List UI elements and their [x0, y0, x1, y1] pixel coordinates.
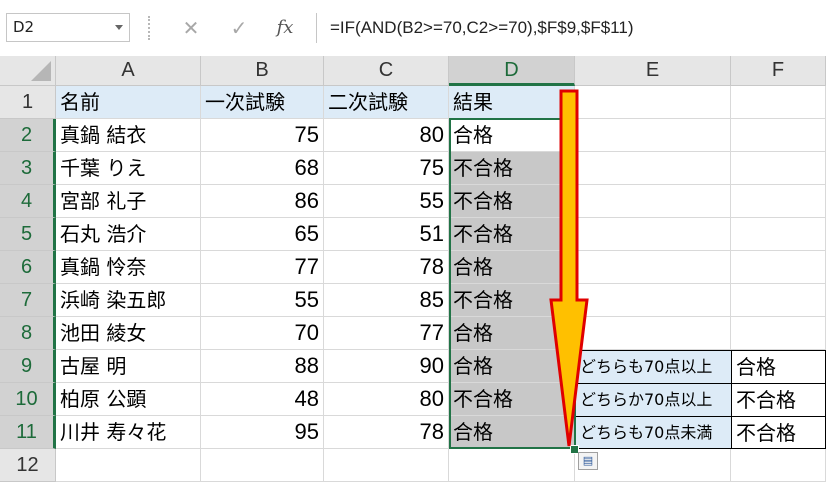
row-header-11[interactable]: 11 [0, 416, 56, 449]
exam1-cell[interactable]: 55 [201, 284, 324, 317]
name-box-dropdown-icon[interactable] [115, 25, 123, 30]
insert-function-icon[interactable]: fx [272, 13, 298, 43]
cancel-icon[interactable]: ✕ [178, 13, 204, 43]
exam2-cell[interactable]: 78 [324, 251, 449, 284]
empty-cell[interactable] [731, 152, 826, 185]
empty-cell[interactable] [731, 449, 826, 482]
empty-cell[interactable] [575, 185, 731, 218]
name-box-value: D2 [13, 18, 35, 36]
name-cell[interactable]: 宮部 礼子 [56, 185, 201, 218]
exam2-cell[interactable]: 90 [324, 350, 449, 383]
formula-bar-grip[interactable] [148, 16, 152, 40]
exam1-cell[interactable]: 70 [201, 317, 324, 350]
column-header-e[interactable]: E [575, 56, 731, 86]
name-cell[interactable]: 柏原 公顕 [56, 383, 201, 416]
row-header-3[interactable]: 3 [0, 152, 56, 185]
exam1-cell[interactable]: 95 [201, 416, 324, 449]
empty-cell[interactable] [575, 152, 731, 185]
exam2-cell[interactable]: 75 [324, 152, 449, 185]
name-cell[interactable]: 真鍋 結衣 [56, 119, 201, 152]
name-cell[interactable]: 池田 綾女 [56, 317, 201, 350]
empty-cell[interactable] [731, 185, 826, 218]
exam2-cell[interactable]: 85 [324, 284, 449, 317]
header-cell-exam1[interactable]: 一次試験 [201, 86, 324, 119]
enter-icon[interactable]: ✓ [226, 13, 252, 43]
select-all-corner[interactable] [0, 56, 56, 86]
row-header-1[interactable]: 1 [0, 86, 56, 119]
row-header-5[interactable]: 5 [0, 218, 56, 251]
column-header-c[interactable]: C [324, 56, 449, 86]
exam2-cell[interactable]: 80 [324, 383, 449, 416]
formula-bar: D2 ✕ ✓ fx =IF(AND(B2>=70,C2>=70),$F$9,$F… [0, 0, 826, 57]
row-header-10[interactable]: 10 [0, 383, 56, 416]
exam1-cell[interactable]: 65 [201, 218, 324, 251]
criteria-result-cell[interactable]: 不合格 [731, 383, 826, 416]
row-header-8[interactable]: 8 [0, 317, 56, 350]
exam2-cell[interactable]: 80 [324, 119, 449, 152]
empty-cell[interactable] [731, 284, 826, 317]
fill-down-arrow-shape [549, 89, 589, 447]
criteria-result-cell[interactable]: 不合格 [731, 416, 826, 449]
empty-cell[interactable] [324, 449, 449, 482]
header-cell-name[interactable]: 名前 [56, 86, 201, 119]
row-header-9[interactable]: 9 [0, 350, 56, 383]
empty-cell[interactable] [731, 86, 826, 119]
empty-cell[interactable] [731, 218, 826, 251]
empty-cell[interactable] [575, 251, 731, 284]
formula-input[interactable]: =IF(AND(B2>=70,C2>=70),$F$9,$F$11) [330, 13, 634, 43]
empty-cell[interactable] [56, 449, 201, 482]
exam2-cell[interactable]: 77 [324, 317, 449, 350]
criteria-condition-cell[interactable]: どちらも70点以上 [575, 350, 731, 383]
empty-cell[interactable] [575, 284, 731, 317]
column-header-f[interactable]: F [731, 56, 826, 86]
exam2-cell[interactable]: 55 [324, 185, 449, 218]
fill-down-arrow [549, 89, 589, 447]
empty-cell[interactable] [731, 251, 826, 284]
empty-cell[interactable] [201, 449, 324, 482]
exam2-cell[interactable]: 51 [324, 218, 449, 251]
name-cell[interactable]: 浜崎 染五郎 [56, 284, 201, 317]
formula-divider [316, 13, 317, 43]
exam1-cell[interactable]: 75 [201, 119, 324, 152]
name-cell[interactable]: 石丸 浩介 [56, 218, 201, 251]
header-cell-exam2[interactable]: 二次試験 [324, 86, 449, 119]
exam1-cell[interactable]: 77 [201, 251, 324, 284]
select-all-icon [31, 61, 51, 81]
column-header-d[interactable]: D [449, 56, 575, 86]
criteria-condition-cell[interactable]: どちらか70点以上 [575, 383, 731, 416]
exam2-cell[interactable]: 78 [324, 416, 449, 449]
column-header-a[interactable]: A [56, 56, 201, 86]
exam1-cell[interactable]: 88 [201, 350, 324, 383]
empty-cell[interactable] [575, 119, 731, 152]
empty-cell[interactable] [575, 449, 731, 482]
autofill-options-icon[interactable]: ▤ [578, 452, 598, 470]
empty-cell[interactable] [731, 119, 826, 152]
row-header-6[interactable]: 6 [0, 251, 56, 284]
empty-cell[interactable] [575, 218, 731, 251]
name-cell[interactable]: 千葉 りえ [56, 152, 201, 185]
exam1-cell[interactable]: 68 [201, 152, 324, 185]
empty-cell[interactable] [575, 317, 731, 350]
name-cell[interactable]: 川井 寿々花 [56, 416, 201, 449]
name-cell[interactable]: 真鍋 怜奈 [56, 251, 201, 284]
name-box[interactable]: D2 [6, 13, 130, 42]
empty-cell[interactable] [575, 86, 731, 119]
exam1-cell[interactable]: 86 [201, 185, 324, 218]
row-header-2[interactable]: 2 [0, 119, 56, 152]
exam1-cell[interactable]: 48 [201, 383, 324, 416]
worksheet-grid[interactable]: A B C D E F 1 2 3 4 5 6 7 8 9 10 11 12 名前 一次試験 二次試験 結果 真鍋 結衣 75… [0, 56, 826, 482]
criteria-condition-cell[interactable]: どちらも70点未満 [575, 416, 731, 449]
row-header-7[interactable]: 7 [0, 284, 56, 317]
column-header-b[interactable]: B [201, 56, 324, 86]
name-cell[interactable]: 古屋 明 [56, 350, 201, 383]
row-header-12[interactable]: 12 [0, 449, 56, 482]
criteria-result-cell[interactable]: 合格 [731, 350, 826, 383]
empty-cell[interactable] [731, 317, 826, 350]
row-header-4[interactable]: 4 [0, 185, 56, 218]
